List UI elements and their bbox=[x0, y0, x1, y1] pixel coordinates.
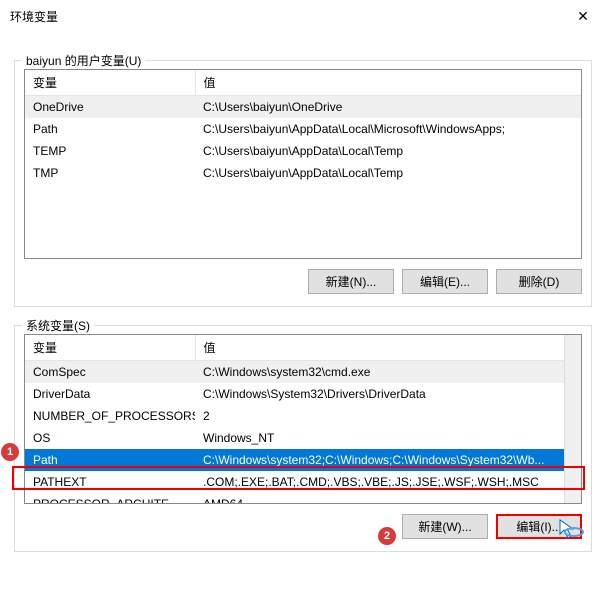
system-edit-label: 编辑(I)... bbox=[516, 518, 561, 535]
close-icon: ✕ bbox=[577, 8, 589, 25]
user-vars-group: baiyun 的用户变量(U) 变量 值 OneDrive C:\Users\b… bbox=[14, 60, 592, 307]
col-value[interactable]: 值 bbox=[195, 335, 581, 361]
system-edit-button[interactable]: 编辑(I)... bbox=[496, 514, 582, 539]
cell-val: C:\Users\baiyun\AppData\Local\Temp bbox=[195, 140, 581, 162]
system-vars-table[interactable]: 变量 值 ComSpec C:\Windows\system32\cmd.exe… bbox=[25, 335, 581, 504]
system-new-button[interactable]: 新建(W)... bbox=[402, 514, 488, 539]
table-row[interactable]: NUMBER_OF_PROCESSORS 2 bbox=[25, 405, 581, 427]
user-new-button[interactable]: 新建(N)... bbox=[308, 269, 394, 294]
table-row[interactable]: DriverData C:\Windows\System32\Drivers\D… bbox=[25, 383, 581, 405]
user-vars-label: baiyun 的用户变量(U) bbox=[22, 52, 145, 69]
table-row-selected[interactable]: Path C:\Windows\system32;C:\Windows;C:\W… bbox=[25, 449, 581, 471]
col-variable[interactable]: 变量 bbox=[25, 70, 195, 96]
cell-val: AMD64 bbox=[195, 493, 581, 504]
system-vars-group: 系统变量(S) 变量 值 ComSpec C:\Windows\system32… bbox=[14, 325, 592, 552]
cell-val: .COM;.EXE;.BAT;.CMD;.VBS;.VBE;.JS;.JSE;.… bbox=[195, 471, 581, 493]
cell-val: C:\Windows\System32\Drivers\DriverData bbox=[195, 383, 581, 405]
system-buttons: 新建(W)... 编辑(I)... bbox=[24, 514, 582, 539]
system-vars-table-wrap: 变量 值 ComSpec C:\Windows\system32\cmd.exe… bbox=[24, 334, 582, 504]
cell-val: C:\Users\baiyun\OneDrive bbox=[195, 96, 581, 119]
cell-val: 2 bbox=[195, 405, 581, 427]
cell-var: PROCESSOR_ARCHITECT... bbox=[25, 493, 195, 504]
annotation-badge-1: 1 bbox=[1, 443, 19, 461]
cell-var: TMP bbox=[25, 162, 195, 184]
table-row[interactable]: Path C:\Users\baiyun\AppData\Local\Micro… bbox=[25, 118, 581, 140]
table-header-row: 变量 值 bbox=[25, 335, 581, 361]
col-value[interactable]: 值 bbox=[195, 70, 581, 96]
annotation-badge-2: 2 bbox=[378, 527, 396, 545]
cell-val: Windows_NT bbox=[195, 427, 581, 449]
cell-var: Path bbox=[25, 449, 195, 471]
cell-var: OS bbox=[25, 427, 195, 449]
cell-var: NUMBER_OF_PROCESSORS bbox=[25, 405, 195, 427]
table-row[interactable]: TMP C:\Users\baiyun\AppData\Local\Temp bbox=[25, 162, 581, 184]
cell-var: DriverData bbox=[25, 383, 195, 405]
cell-val: C:\Windows\system32;C:\Windows;C:\Window… bbox=[195, 449, 581, 471]
user-vars-table[interactable]: 变量 值 OneDrive C:\Users\baiyun\OneDrive P… bbox=[25, 70, 581, 184]
table-row[interactable]: PATHEXT .COM;.EXE;.BAT;.CMD;.VBS;.VBE;.J… bbox=[25, 471, 581, 493]
scrollbar[interactable] bbox=[564, 335, 581, 503]
table-row[interactable]: OneDrive C:\Users\baiyun\OneDrive bbox=[25, 96, 581, 119]
table-header-row: 变量 值 bbox=[25, 70, 581, 96]
user-buttons: 新建(N)... 编辑(E)... 删除(D) bbox=[24, 269, 582, 294]
dialog-title: 环境变量 bbox=[10, 8, 58, 25]
table-row[interactable]: TEMP C:\Users\baiyun\AppData\Local\Temp bbox=[25, 140, 581, 162]
cell-var: OneDrive bbox=[25, 96, 195, 119]
table-row[interactable]: OS Windows_NT bbox=[25, 427, 581, 449]
col-variable[interactable]: 变量 bbox=[25, 335, 195, 361]
cell-val: C:\Users\baiyun\AppData\Local\Microsoft\… bbox=[195, 118, 581, 140]
cell-var: Path bbox=[25, 118, 195, 140]
cell-val: C:\Users\baiyun\AppData\Local\Temp bbox=[195, 162, 581, 184]
cell-val: C:\Windows\system32\cmd.exe bbox=[195, 361, 581, 384]
close-button[interactable]: ✕ bbox=[560, 0, 606, 32]
cell-var: PATHEXT bbox=[25, 471, 195, 493]
user-edit-button[interactable]: 编辑(E)... bbox=[402, 269, 488, 294]
table-row[interactable]: ComSpec C:\Windows\system32\cmd.exe bbox=[25, 361, 581, 384]
user-delete-button[interactable]: 删除(D) bbox=[496, 269, 582, 294]
system-vars-label: 系统变量(S) bbox=[22, 317, 94, 334]
user-vars-table-wrap: 变量 值 OneDrive C:\Users\baiyun\OneDrive P… bbox=[24, 69, 582, 259]
cell-var: ComSpec bbox=[25, 361, 195, 384]
cell-var: TEMP bbox=[25, 140, 195, 162]
titlebar: 环境变量 ✕ bbox=[0, 0, 606, 32]
table-row[interactable]: PROCESSOR_ARCHITECT... AMD64 bbox=[25, 493, 581, 504]
